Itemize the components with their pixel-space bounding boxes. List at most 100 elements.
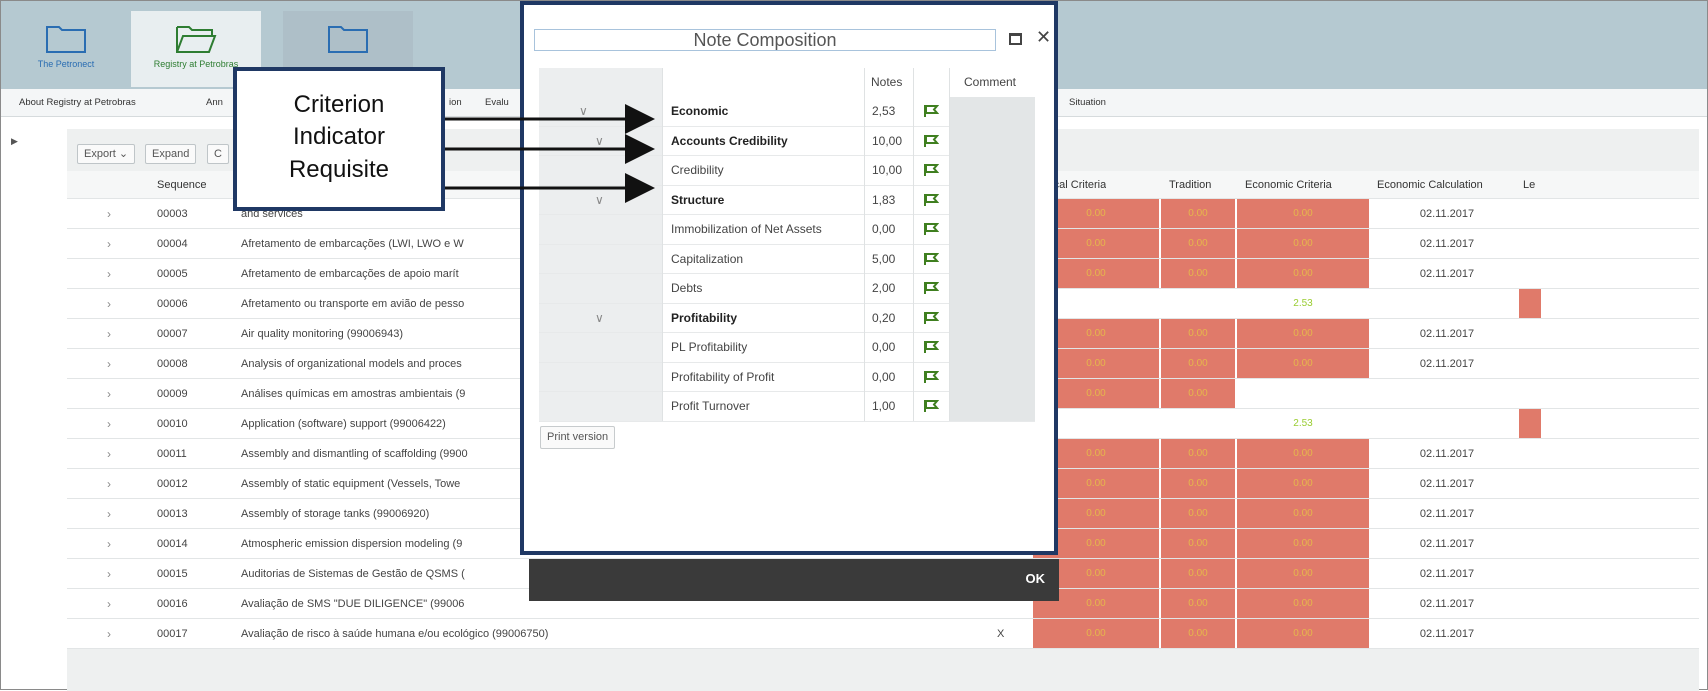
economic-criteria-cell: 0.00 <box>1237 529 1369 558</box>
economic-criteria-cell: 0.00 <box>1237 319 1369 348</box>
economic-calculation-cell: 02.11.2017 <box>1419 208 1475 220</box>
tradition-cell: 0.00 <box>1161 439 1235 468</box>
app-window: The Petronect Registry at Petrobras Abou… <box>0 0 1708 691</box>
expand-chevron-icon[interactable]: ∨ <box>595 186 604 215</box>
green-flag-icon <box>923 399 940 416</box>
row-expand-chevron-icon[interactable]: › <box>107 319 121 348</box>
economic-calculation-cell: 02.11.2017 <box>1419 328 1475 340</box>
row-expand-chevron-icon[interactable]: › <box>107 619 121 648</box>
grid-gutter <box>539 244 572 273</box>
grid-gutter <box>539 362 572 391</box>
app-tile-label: Registry at Petrobras <box>153 59 239 69</box>
economic-criteria-cell: 0.00 <box>1237 559 1369 588</box>
green-flag-icon <box>923 340 940 357</box>
col-header-economic-calculation[interactable]: Economic Calculation <box>1377 171 1483 198</box>
economic-criteria-cell: 0.00 <box>1237 349 1369 378</box>
grid-gutter <box>572 333 662 362</box>
print-version-button[interactable]: Print version <box>540 426 616 449</box>
grid-gutter <box>572 68 662 97</box>
comment-column[interactable] <box>949 97 1035 421</box>
note-item-name: Capitalization <box>671 251 744 266</box>
row-expand-chevron-icon[interactable]: › <box>107 439 121 468</box>
grid-gutter <box>572 244 662 273</box>
economic-criteria-cell: 0.00 <box>1237 439 1369 468</box>
sequence-cell: 00007 <box>157 328 188 340</box>
grid-gutter <box>572 126 662 155</box>
row-expand-chevron-icon[interactable]: › <box>107 589 121 618</box>
nav-item-ann[interactable]: Ann <box>206 97 223 108</box>
row-expand-chevron-icon[interactable]: › <box>107 529 121 558</box>
callout-indicator: Indicator <box>292 123 386 150</box>
note-composition-dialog: Note Composition ✕ Notes Comment ∨ Econom… <box>520 1 1058 555</box>
economic-calculation-cell: 02.11.2017 <box>1419 268 1475 280</box>
collapse-button[interactable]: C <box>207 144 229 164</box>
tradition-cell: 0.00 <box>1161 589 1235 618</box>
economic-calculation-cell: 02.11.2017 <box>1419 358 1475 370</box>
sequence-cell: 00012 <box>157 478 188 490</box>
row-expand-chevron-icon[interactable]: › <box>107 409 121 438</box>
nav-item-ion[interactable]: ion <box>449 97 462 108</box>
expand-chevron-icon[interactable]: ∨ <box>595 304 604 333</box>
nav-item-about[interactable]: About Registry at Petrobras <box>19 97 136 108</box>
col-header-le[interactable]: Le <box>1523 171 1535 198</box>
col-header-notes: Notes <box>871 75 903 89</box>
green-flag-icon <box>923 104 940 121</box>
expand-side-panel-icon[interactable]: ▶ <box>11 136 18 147</box>
close-icon[interactable]: ✕ <box>1036 27 1051 48</box>
economic-calculation-cell: 02.11.2017 <box>1419 238 1475 250</box>
column-divider <box>662 68 663 421</box>
green-flag-icon <box>923 370 940 387</box>
ok-button[interactable]: OK <box>1026 571 1046 586</box>
sequence-cell: 00015 <box>157 568 188 580</box>
expand-button[interactable]: Expand <box>145 144 197 164</box>
row-expand-chevron-icon[interactable]: › <box>107 469 121 498</box>
tradition-cell: 0.00 <box>1161 229 1235 258</box>
row-expand-chevron-icon[interactable]: › <box>107 379 121 408</box>
grid-gutter <box>572 362 662 391</box>
maximize-icon[interactable] <box>1009 33 1022 45</box>
sequence-cell: 00004 <box>157 238 188 250</box>
app-tile-label: The Petronect <box>37 59 95 69</box>
callout-criterion: Criterion <box>293 91 385 118</box>
green-flag-icon <box>923 252 940 269</box>
economic-calculation-cell: 02.11.2017 <box>1419 508 1475 520</box>
row-expand-chevron-icon[interactable]: › <box>107 289 121 318</box>
grid-gutter <box>572 274 662 303</box>
row-expand-chevron-icon[interactable]: › <box>107 559 121 588</box>
table-row[interactable]: › 00017 Avaliação de risco à saúde humana … <box>67 619 1699 649</box>
sequence-cell: 00006 <box>157 298 188 310</box>
green-flag-icon <box>923 193 940 210</box>
export-button[interactable]: Export ⌄ <box>77 144 136 164</box>
tradition-cell: 0.00 <box>1161 349 1235 378</box>
economic-calculation-cell: 02.11.2017 <box>1419 448 1475 460</box>
tradition-cell: 0.00 <box>1161 619 1235 648</box>
green-flag-icon <box>923 311 940 328</box>
grid-gutter <box>539 274 572 303</box>
grid-gutter <box>572 156 662 185</box>
nav-item-situation[interactable]: Situation <box>1069 97 1106 108</box>
nav-item-evaluation[interactable]: Evalu <box>485 97 509 108</box>
expand-chevron-icon[interactable]: ∨ <box>595 127 604 156</box>
col-header-tradition[interactable]: Tradition <box>1169 171 1211 198</box>
note-item-name: Economic <box>671 104 729 118</box>
col-header-economic-criteria[interactable]: Economic Criteria <box>1245 171 1332 198</box>
row-expand-chevron-icon[interactable]: › <box>107 199 121 228</box>
row-expand-chevron-icon[interactable]: › <box>107 229 121 258</box>
grid-gutter <box>539 97 572 126</box>
col-header-sequence[interactable]: Sequence <box>157 171 207 198</box>
app-tile-petronect[interactable]: The Petronect <box>1 11 131 87</box>
row-expand-chevron-icon[interactable]: › <box>107 259 121 288</box>
column-divider <box>864 68 865 421</box>
row-expand-chevron-icon[interactable]: › <box>107 499 121 528</box>
note-item-name: Profitability of Profit <box>671 369 775 384</box>
green-flag-icon <box>923 281 940 298</box>
tradition-cell: 0.00 <box>1161 319 1235 348</box>
row-expand-chevron-icon[interactable]: › <box>107 349 121 378</box>
note-value: 0,00 <box>872 369 896 384</box>
economic-calculation-cell: 02.11.2017 <box>1419 478 1475 490</box>
callout-requisite: Requisite <box>288 156 390 183</box>
folder-icon <box>328 26 368 53</box>
expand-chevron-icon[interactable]: ∨ <box>579 97 588 126</box>
grid-gutter <box>572 185 662 214</box>
dialog-title: Note Composition <box>534 29 996 51</box>
